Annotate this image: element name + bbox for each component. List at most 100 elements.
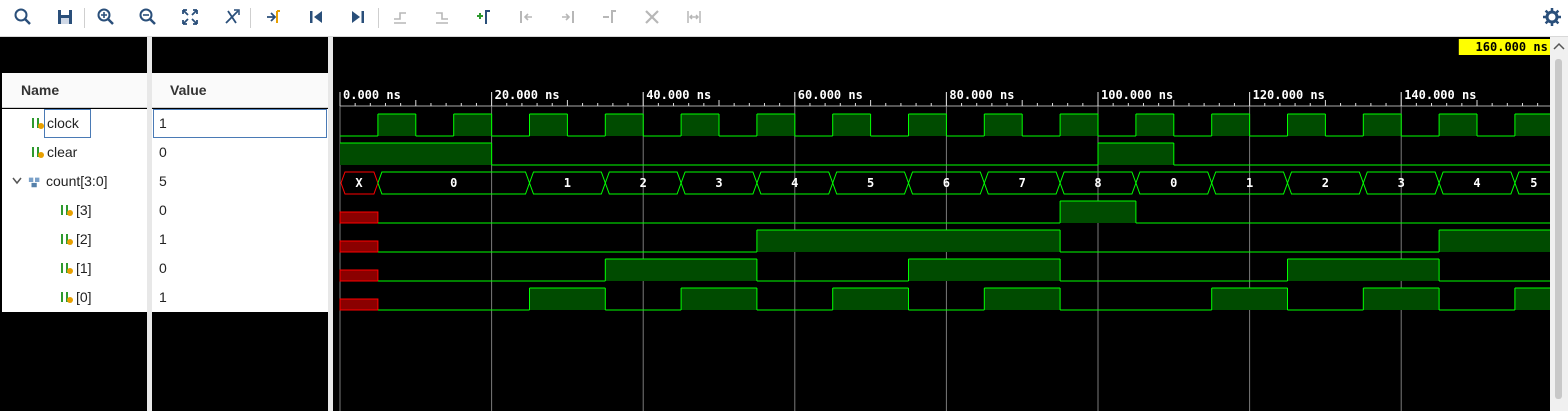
- high-level: [529, 288, 606, 310]
- previous-marker-button[interactable]: [511, 3, 541, 31]
- unknown-state: [339, 211, 379, 224]
- signal-name: [3]: [76, 202, 92, 218]
- high-level: [984, 288, 1061, 310]
- zoom-out-button[interactable]: [133, 3, 163, 31]
- clear-waveform[interactable]: [340, 142, 1553, 166]
- bus-value-label: 0: [450, 176, 457, 190]
- search-icon: [14, 8, 31, 25]
- high-level: [1514, 288, 1553, 310]
- high-level: [453, 114, 492, 136]
- bit-signal-icon: [32, 118, 44, 129]
- high-level: [1211, 288, 1288, 310]
- signal-row-2[interactable]: [2]: [2, 225, 147, 254]
- signal-name: [2]: [76, 231, 92, 247]
- zoom-in-icon: [97, 8, 114, 25]
- high-level: [1363, 288, 1440, 310]
- bus-value-label: 5: [867, 176, 874, 190]
- scroll-up-icon[interactable]: [1553, 41, 1565, 51]
- high-level: [340, 143, 492, 165]
- high-level: [377, 114, 416, 136]
- bus-value-label: 1: [564, 176, 571, 190]
- cursor-to-zoom-icon: [225, 9, 240, 24]
- signal-row-3[interactable]: [3]: [2, 196, 147, 225]
- next-transition-button[interactable]: [427, 3, 457, 31]
- settings-gear-button[interactable]: [1537, 3, 1567, 31]
- bus-value-label: 8: [1094, 176, 1101, 190]
- signal-value-cell[interactable]: 1: [152, 225, 328, 254]
- previous-transition-button[interactable]: [385, 3, 415, 31]
- time-label: 20.000 ns: [495, 88, 560, 102]
- signal-value: 1: [159, 231, 167, 247]
- toolbar: [0, 0, 1568, 37]
- next-marker-button[interactable]: [553, 3, 583, 31]
- zoom-fit-button[interactable]: [175, 3, 205, 31]
- high-level: [529, 114, 568, 136]
- high-level: [681, 114, 719, 136]
- signal-row-0[interactable]: [0]: [2, 283, 147, 312]
- zoom-in-button[interactable]: [91, 3, 121, 31]
- go-to-time-zero-button[interactable]: [259, 3, 289, 31]
- unknown-state: [339, 240, 379, 253]
- selected-signal-outline: [44, 109, 91, 138]
- high-level: [908, 114, 947, 136]
- save-button[interactable]: [50, 3, 80, 31]
- cursor-to-zoom-button[interactable]: [217, 3, 247, 31]
- signal-value-cell[interactable]: 0: [152, 254, 328, 283]
- go-to-last-button[interactable]: [343, 3, 373, 31]
- go-to-first-icon: [310, 11, 322, 23]
- high-level: [1060, 201, 1136, 223]
- signal-value: 0: [159, 144, 167, 160]
- bit2-waveform[interactable]: [339, 229, 1553, 253]
- signal-row-clear[interactable]: clear: [2, 138, 147, 167]
- zoom-fit-icon: [182, 9, 198, 25]
- snap-button[interactable]: [679, 3, 709, 31]
- go-to-first-button[interactable]: [301, 3, 331, 31]
- name-column-header[interactable]: Name: [2, 73, 147, 108]
- next-marker-icon: [562, 11, 574, 23]
- swap-cursors-button[interactable]: [595, 3, 625, 31]
- signal-value-cell[interactable]: 0: [152, 138, 328, 167]
- signal-value-cell[interactable]: 1: [152, 283, 328, 312]
- search-button[interactable]: [8, 3, 38, 31]
- bit0-waveform[interactable]: [339, 287, 1553, 311]
- bit-signal-icon: [61, 234, 73, 245]
- bus-icon: [28, 177, 40, 188]
- add-marker-button[interactable]: [469, 3, 499, 31]
- scrollbar-thumb[interactable]: [1555, 59, 1562, 399]
- value-panel: Value 1050101: [152, 37, 328, 411]
- save-icon: [58, 10, 72, 24]
- bit-signal-icon: [61, 292, 73, 303]
- waveform-area[interactable]: 0.000 ns 20.000 ns 40.000 ns 60.000 ns 80.00…: [333, 37, 1554, 411]
- bit-signal-icon: [61, 205, 73, 216]
- cursor-time-label: 160.000 ns: [1476, 40, 1548, 54]
- delete-marker-button[interactable]: [637, 3, 667, 31]
- high-level: [756, 230, 1061, 252]
- signal-value: 5: [159, 173, 167, 189]
- high-level: [1135, 114, 1174, 136]
- time-label: 40.000 ns: [646, 88, 711, 102]
- bus-value-label: 2: [1322, 176, 1329, 190]
- signal-value-cell[interactable]: 5: [152, 167, 328, 196]
- signal-row-count30[interactable]: count[3:0]: [2, 167, 147, 196]
- high-level: [1514, 114, 1553, 136]
- bit3-waveform[interactable]: [339, 200, 1553, 224]
- time-label: 100.000 ns: [1101, 88, 1173, 102]
- toolbar-separator: [250, 8, 251, 28]
- clock-waveform[interactable]: [340, 113, 1553, 137]
- value-panel-header-spacer: [152, 37, 328, 71]
- waveform-canvas[interactable]: 0.000 ns 20.000 ns 40.000 ns 60.000 ns 80.00…: [333, 37, 1554, 411]
- delete-marker-icon: [645, 10, 659, 24]
- bus-value-label: 7: [1019, 176, 1026, 190]
- time-label: 80.000 ns: [949, 88, 1014, 102]
- signal-row-1[interactable]: [1]: [2, 254, 147, 283]
- signal-value: 0: [159, 202, 167, 218]
- chevron-down-icon[interactable]: [12, 177, 22, 185]
- value-column-header[interactable]: Value: [152, 73, 328, 108]
- bit1-waveform[interactable]: [339, 258, 1553, 282]
- count-bus-waveform[interactable]: X 0 1 2 3 4 5 6 7 8 0 1 2 3 4 5: [340, 171, 1554, 195]
- high-level: [605, 114, 644, 136]
- name-panel: Name clock clear count[3:0] [3] [2] [1] [0]: [0, 37, 147, 411]
- bus-value-label: 6: [943, 176, 950, 190]
- vertical-scrollbar[interactable]: [1550, 37, 1568, 411]
- signal-value-cell[interactable]: 0: [152, 196, 328, 225]
